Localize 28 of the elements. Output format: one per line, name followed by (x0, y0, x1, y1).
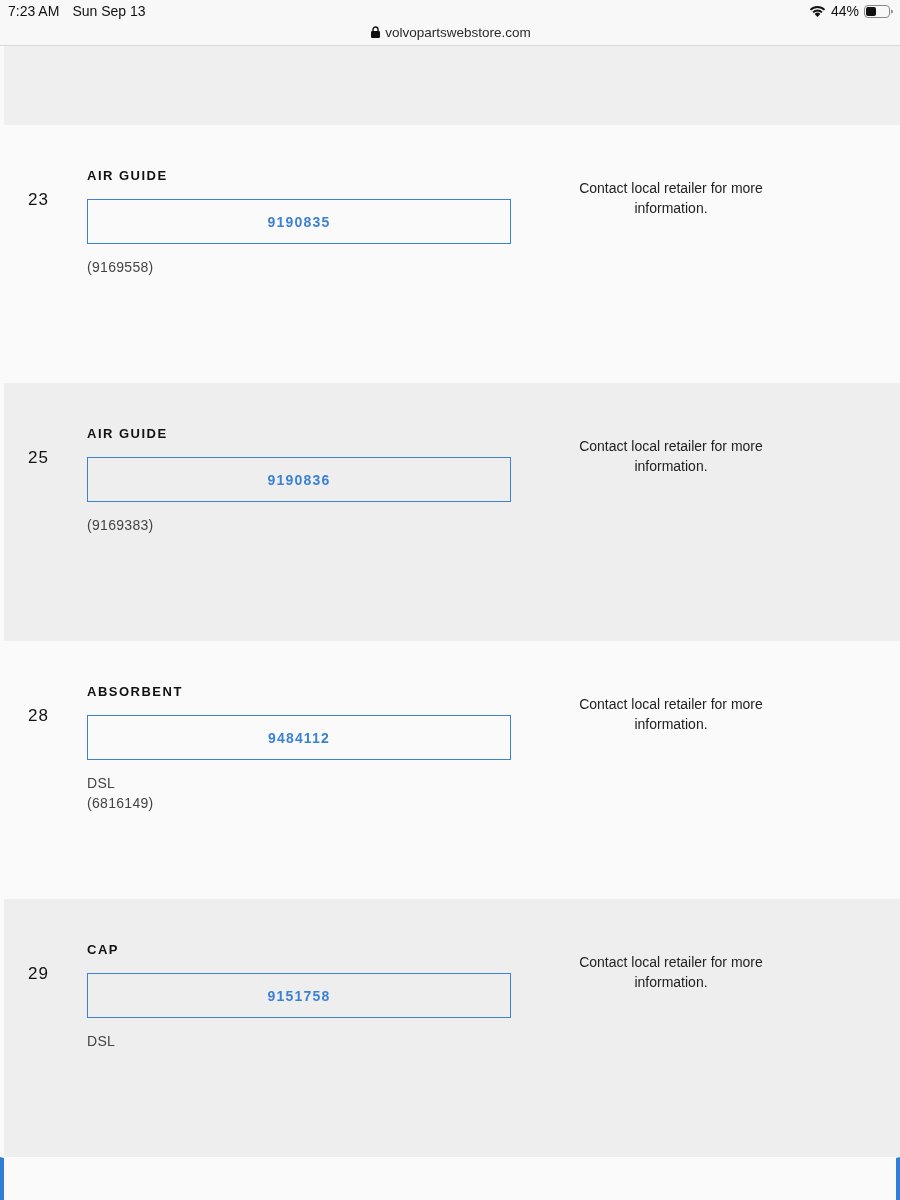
item-number: 28 (28, 706, 50, 726)
status-time: 7:23 AM (8, 3, 60, 19)
battery-icon (864, 4, 893, 18)
availability-text: Contact local retailer for more information. (578, 695, 764, 734)
status-date: Sun Sep 13 (72, 3, 146, 19)
part-note: (6816149) (87, 794, 154, 813)
availability-text: Contact local retailer for more information. (578, 437, 764, 476)
part-note: DSL (87, 774, 116, 793)
lock-icon (371, 26, 381, 38)
availability-text: Contact local retailer for more information. (578, 179, 764, 218)
wifi-icon (808, 5, 826, 17)
battery-percentage: 44% (830, 3, 859, 19)
availability-text: Contact local retailer for more information. (578, 953, 764, 992)
address-url[interactable]: volvopartswebstore.com (385, 24, 531, 40)
item-number: 23 (28, 190, 50, 210)
part-note: (9169558) (87, 258, 154, 277)
part-number-link[interactable]: 9190835 (87, 199, 511, 244)
item-number: 29 (28, 964, 50, 984)
part-note: (9169383) (87, 516, 154, 535)
part-note: DSL (87, 1032, 116, 1051)
part-name: AIR GUIDE (87, 425, 168, 443)
part-name: ABSORBENT (87, 683, 183, 701)
part-name: AIR GUIDE (87, 167, 168, 185)
part-number-link[interactable]: 9484112 (87, 715, 511, 760)
part-number-link[interactable]: 9151758 (87, 973, 511, 1018)
part-number-link[interactable]: 9190836 (87, 457, 511, 502)
part-name: CAP (87, 941, 119, 959)
item-number: 25 (28, 448, 50, 468)
